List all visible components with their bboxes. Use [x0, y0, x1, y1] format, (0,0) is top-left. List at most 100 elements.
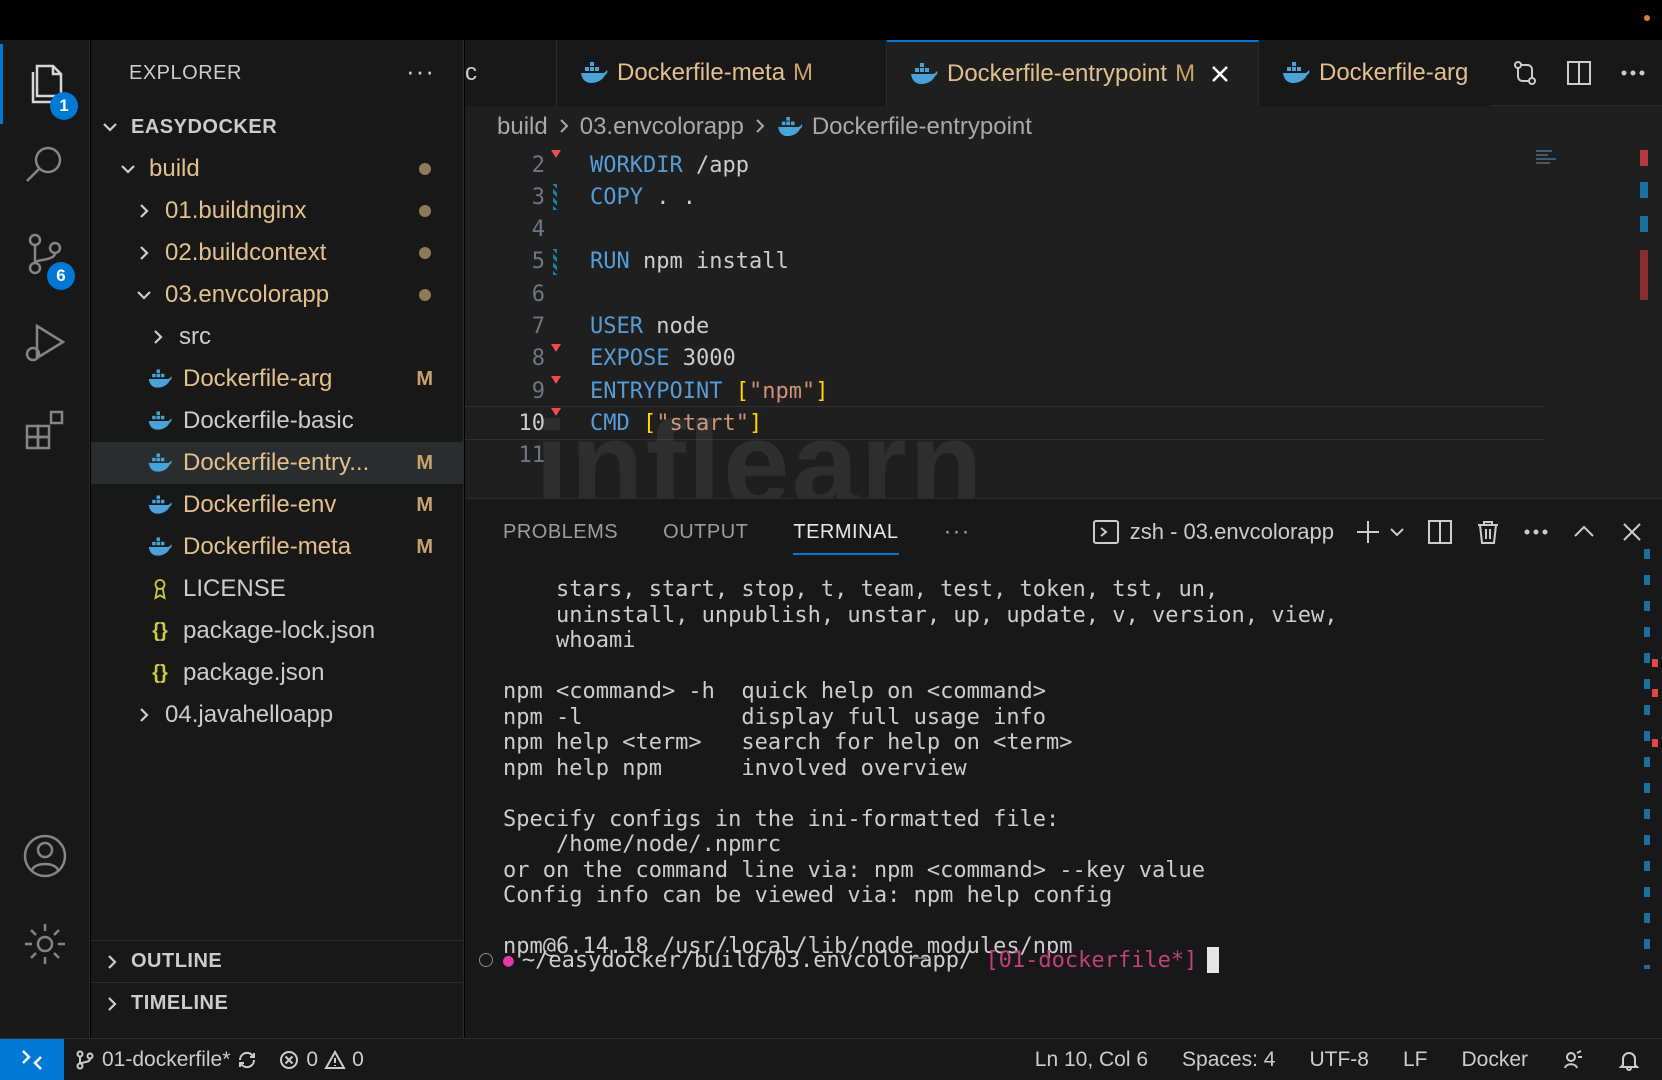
editor-scrollbar[interactable] [1640, 150, 1650, 450]
terminal-prompt[interactable]: ● ~/easydocker/build/03.envcolorapp/ [01… [479, 947, 1220, 973]
end-of-line[interactable]: LF [1393, 1048, 1438, 1072]
tree-item[interactable]: Dockerfile-entry... M [91, 442, 463, 484]
deleted-lines-marker[interactable] [551, 376, 561, 385]
code-token: RUN [590, 249, 630, 275]
editor-tabs: c Dockerfile-meta M Dockerfile-entrypoin… [465, 40, 1662, 106]
more-actions-icon[interactable] [1522, 518, 1550, 546]
chevron-right-icon [556, 113, 572, 141]
modified-lines-marker[interactable] [553, 248, 557, 275]
tree-item-label: Dockerfile-env [183, 491, 337, 518]
branch-status[interactable]: 01-dockerfile* [64, 1048, 268, 1072]
breadcrumb-item[interactable]: Dockerfile-entrypoint [812, 113, 1032, 141]
tab-label: Dockerfile-entrypoint [947, 60, 1168, 87]
minimap[interactable] [1536, 148, 1562, 170]
close-icon[interactable] [1209, 63, 1231, 85]
deleted-lines-marker[interactable] [551, 343, 561, 352]
tree-item[interactable]: 04.javahelloapp [91, 694, 463, 736]
gear-icon [25, 924, 65, 964]
error-count: 0 [306, 1047, 319, 1071]
indentation[interactable]: Spaces: 4 [1172, 1048, 1285, 1072]
maximize-panel-icon[interactable] [1570, 518, 1598, 546]
outline-section[interactable]: OUTLINE [91, 940, 464, 982]
tree-item[interactable]: src [91, 316, 463, 358]
tab-terminal[interactable]: TERMINAL [793, 499, 899, 565]
explorer-activity-button[interactable]: 1 [0, 44, 90, 124]
code-line: 5 RUN npm install [465, 245, 1545, 279]
compare-changes-icon[interactable] [1510, 58, 1540, 88]
tree-item[interactable]: Dockerfile-basic [91, 400, 463, 442]
tree-item-label: src [179, 323, 211, 350]
code-token: . . [642, 184, 696, 210]
tab-dockerfile-entrypoint[interactable]: Dockerfile-entrypoint M [887, 40, 1259, 106]
branch-name: 01-dockerfile* [102, 1047, 231, 1071]
tree-item-label: LICENSE [183, 575, 286, 602]
modified-dot [419, 205, 431, 217]
timeline-section[interactable]: TIMELINE [91, 982, 464, 1024]
tab-output[interactable]: OUTPUT [663, 499, 748, 565]
chevron-down-icon[interactable] [1388, 523, 1406, 541]
extensions-activity-button[interactable] [0, 390, 90, 470]
tree-item[interactable]: build [91, 148, 463, 190]
deleted-lines-marker[interactable] [551, 150, 561, 158]
breadcrumb-item[interactable]: 03.envcolorapp [580, 113, 744, 141]
language-mode[interactable]: Docker [1451, 1048, 1538, 1072]
problems-status[interactable]: 0 0 [268, 1048, 373, 1072]
terminal-line: npm <command> -h quick help on <command> [503, 679, 1047, 704]
close-panel-icon[interactable] [1618, 518, 1646, 546]
tree-item[interactable]: Dockerfile-env M [91, 484, 463, 526]
explorer-more-actions-button[interactable]: ··· [406, 56, 435, 87]
breadcrumb-item[interactable]: build [497, 113, 548, 141]
manage-activity-button[interactable] [0, 904, 90, 984]
tree-item[interactable]: {} package.json [91, 652, 463, 694]
code-text: RUN npm install [590, 249, 789, 274]
remote-icon [22, 1049, 42, 1070]
docker-icon [778, 117, 803, 137]
sync-icon[interactable] [236, 1049, 258, 1071]
code-text: COPY . . [590, 185, 696, 210]
docker-icon [147, 534, 173, 560]
title-bar [0, 0, 1662, 40]
chevron-down-icon [117, 158, 139, 180]
code-token: WORKDIR [590, 152, 683, 178]
tree-item[interactable]: 02.buildcontext [91, 232, 463, 274]
code-token: "start" [656, 410, 749, 436]
tree-item[interactable]: LICENSE [91, 568, 463, 610]
status-bar: 01-dockerfile* 0 0 Ln 10, Col 6 Spaces: … [0, 1038, 1662, 1080]
cursor-position[interactable]: Ln 10, Col 6 [1025, 1048, 1158, 1072]
trash-icon[interactable] [1474, 518, 1502, 546]
code-token: ENTRYPOINT [590, 378, 723, 404]
docker-icon [1283, 62, 1310, 83]
tree-item[interactable]: {} package-lock.json [91, 610, 463, 652]
tree-item[interactable]: Dockerfile-arg M [91, 358, 463, 400]
split-editor-icon[interactable] [1564, 58, 1594, 88]
modified-lines-marker[interactable] [553, 184, 557, 211]
tree-item[interactable]: 01.buildnginx [91, 190, 463, 232]
source-control-activity-button[interactable]: 6 [0, 214, 90, 294]
new-terminal-icon[interactable] [1354, 518, 1382, 546]
chevron-right-icon [147, 326, 169, 348]
workspace-root[interactable]: EASYDOCKER [91, 106, 463, 148]
terminal-selector[interactable]: zsh - 03.envcolorapp [1092, 518, 1334, 546]
split-terminal-icon[interactable] [1426, 518, 1454, 546]
accounts-activity-button[interactable] [0, 816, 90, 896]
code-line: 9 ENTRYPOINT ["npm"] [465, 374, 1545, 408]
deleted-lines-marker[interactable] [551, 408, 561, 417]
remote-indicator-button[interactable] [0, 1038, 64, 1080]
tab-dockerfile-arg[interactable]: Dockerfile-arg [1259, 40, 1491, 106]
tab-problems[interactable]: PROBLEMS [503, 499, 618, 565]
run-debug-activity-button[interactable] [0, 302, 90, 382]
more-actions-icon[interactable] [1618, 58, 1648, 88]
panel-more-tabs-button[interactable]: ··· [944, 499, 971, 565]
tree-item[interactable]: 03.envcolorapp [91, 274, 463, 316]
tree-item[interactable]: Dockerfile-meta M [91, 526, 463, 568]
tab-dockerfile-meta[interactable]: Dockerfile-meta M [557, 40, 887, 106]
code-text: USER node [590, 314, 709, 339]
tree-item-label: 01.buildnginx [165, 197, 307, 224]
terminal-output[interactable]: stars, start, stop, t, team, test, token… [503, 577, 1613, 960]
notifications-button[interactable] [1608, 1049, 1650, 1071]
encoding[interactable]: UTF-8 [1299, 1048, 1379, 1072]
search-activity-button[interactable] [0, 124, 90, 204]
feedback-button[interactable] [1552, 1049, 1594, 1071]
tab-partial[interactable]: c [465, 40, 557, 106]
chevron-right-icon [133, 242, 155, 264]
